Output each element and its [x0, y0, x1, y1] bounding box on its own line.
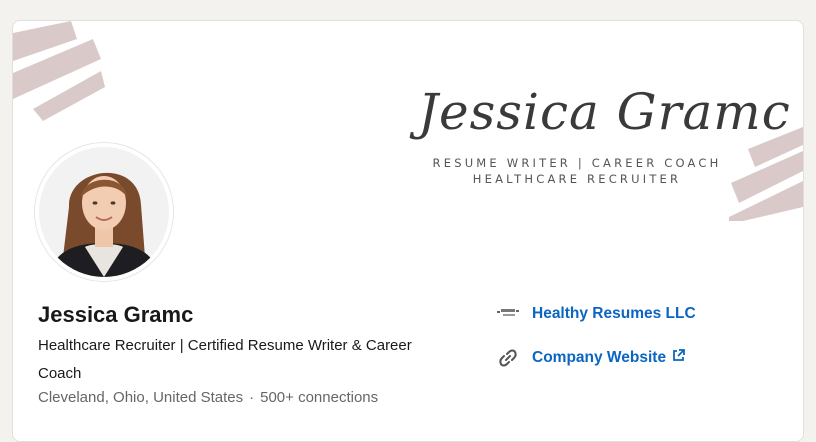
company-website-link[interactable]: Company Website	[532, 349, 666, 367]
connections-link[interactable]: 500+ connections	[260, 389, 378, 406]
profile-card: Jessica Gramc RESUME WRITER | CAREER COA…	[12, 20, 804, 442]
profile-avatar[interactable]	[35, 143, 173, 281]
banner-subtitle-line2: HEALTHCARE RECRUITER	[472, 172, 682, 186]
website-entry[interactable]: Company Website	[496, 346, 685, 370]
link-icon	[496, 346, 520, 370]
profile-headline: Healthcare Recruiter | Certified Resume …	[38, 337, 412, 382]
company-logo-icon	[496, 302, 520, 326]
external-link-icon	[672, 349, 685, 367]
avatar-photo	[39, 147, 169, 277]
company-name-link[interactable]: Healthy Resumes LLC	[532, 305, 696, 323]
banner-script-name: Jessica Gramc	[418, 83, 791, 141]
location-row: Cleveland, Ohio, United States · 500+ conn…	[38, 389, 378, 406]
company-entry[interactable]: Healthy Resumes LLC	[496, 302, 696, 326]
profile-location: Cleveland, Ohio, United States	[38, 389, 244, 406]
separator-dot: ·	[249, 389, 255, 406]
banner-subtitle-line1: RESUME WRITER | CAREER COACH	[432, 156, 722, 170]
profile-name: Jessica Gramc	[38, 302, 194, 327]
